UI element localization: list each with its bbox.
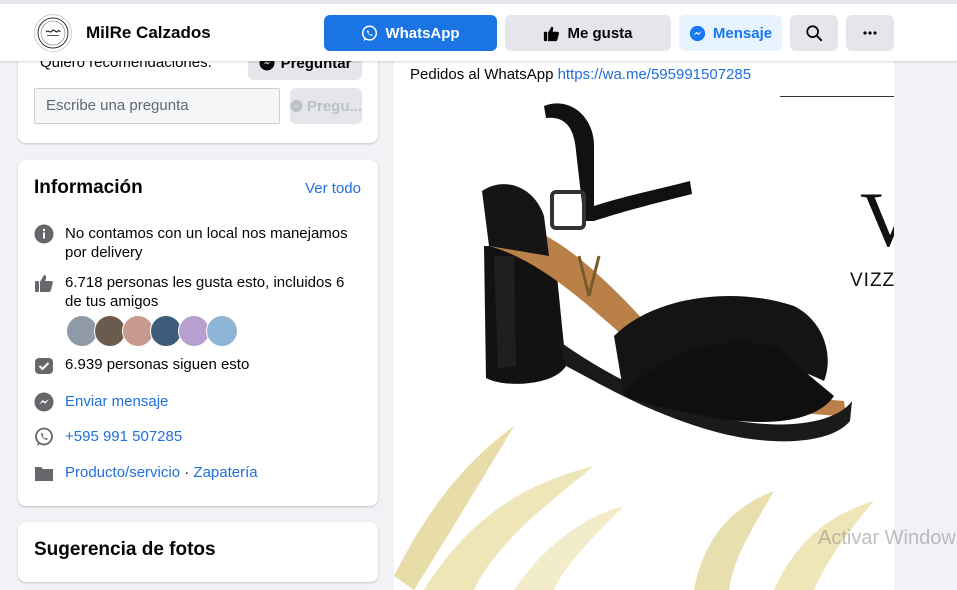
page-header: MilRe Calzados WhatsApp Me gusta Mensaje: [0, 4, 957, 61]
sandal-product-image: [394, 103, 874, 590]
whatsapp-button-label: WhatsApp: [385, 24, 460, 42]
messenger-icon: [290, 99, 303, 113]
info-description-row: No contamos con un local nos manejamos p…: [32, 224, 365, 262]
send-question-button[interactable]: Pregu...: [290, 88, 362, 124]
post-image[interactable]: V VIZZANO: [394, 96, 894, 590]
like-button[interactable]: Me gusta: [505, 15, 671, 51]
whatsapp-link[interactable]: https://wa.me/595991507285: [558, 66, 751, 83]
message-button-label: Mensaje: [712, 24, 773, 42]
question-input[interactable]: Escribe una pregunta: [34, 88, 280, 124]
brand-rule: [780, 96, 894, 97]
post-text: Pedidos al WhatsApp https://wa.me/595991…: [410, 66, 751, 83]
likes-count: 6.718 personas les gusta esto, incluidos…: [65, 274, 345, 310]
info-followers-row: 6.939 personas siguen esto: [32, 355, 365, 375]
send-message-link[interactable]: Enviar mensaje: [65, 392, 168, 411]
page-description: No contamos con un local nos manejamos p…: [65, 225, 348, 261]
category-link-product[interactable]: Producto/servicio: [65, 464, 180, 481]
page-avatar[interactable]: [34, 14, 72, 52]
info-message-row: Enviar mensaje: [32, 392, 168, 412]
photo-suggestions-card: Sugerencia de fotos: [18, 522, 378, 582]
phone-link[interactable]: +595 991 507285: [65, 427, 182, 446]
messenger-icon: [689, 25, 706, 41]
follow-check-icon: [32, 355, 56, 375]
whatsapp-icon: [362, 25, 378, 41]
friend-avatar[interactable]: [206, 315, 238, 347]
messenger-icon: [32, 392, 56, 412]
category-folder-icon: [32, 463, 56, 483]
search-icon: [806, 25, 823, 42]
category-link-shoe-store[interactable]: Zapatería: [193, 464, 257, 481]
info-category-row: Producto/servicio · Zapatería: [32, 463, 258, 483]
followers-count: 6.939 personas siguen esto: [65, 356, 250, 373]
more-options-button[interactable]: [846, 15, 894, 51]
friend-avatars: [66, 315, 246, 347]
brand-logo: V VIZZANO: [846, 176, 894, 296]
search-button[interactable]: [790, 15, 838, 51]
whatsapp-icon: [32, 427, 56, 447]
info-phone-row: +595 991 507285: [32, 427, 182, 447]
send-question-label: Pregu...: [306, 97, 362, 115]
thumbs-up-icon: [32, 273, 56, 293]
whatsapp-button[interactable]: WhatsApp: [324, 15, 497, 51]
post-text-prefix: Pedidos al WhatsApp: [410, 66, 554, 83]
photo-suggestions-title: Sugerencia de fotos: [34, 539, 216, 560]
message-button[interactable]: Mensaje: [679, 15, 782, 51]
information-card: Información Ver todo No contamos con un …: [18, 160, 378, 506]
category-separator: ·: [184, 464, 190, 481]
info-likes-row: 6.718 personas les gusta esto, incluidos…: [32, 273, 365, 311]
info-icon: [32, 224, 56, 244]
see-all-link[interactable]: Ver todo: [305, 180, 361, 197]
information-title: Información: [34, 177, 143, 198]
brand-word: VIZZANO: [850, 270, 894, 291]
page-name[interactable]: MilRe Calzados: [86, 23, 211, 43]
post-card: Pedidos al WhatsApp https://wa.me/595991…: [394, 30, 894, 590]
brand-letter: V: [860, 176, 894, 263]
more-dots-icon: [863, 31, 877, 35]
like-button-label: Me gusta: [567, 24, 633, 42]
thumbs-up-icon: [544, 26, 560, 41]
